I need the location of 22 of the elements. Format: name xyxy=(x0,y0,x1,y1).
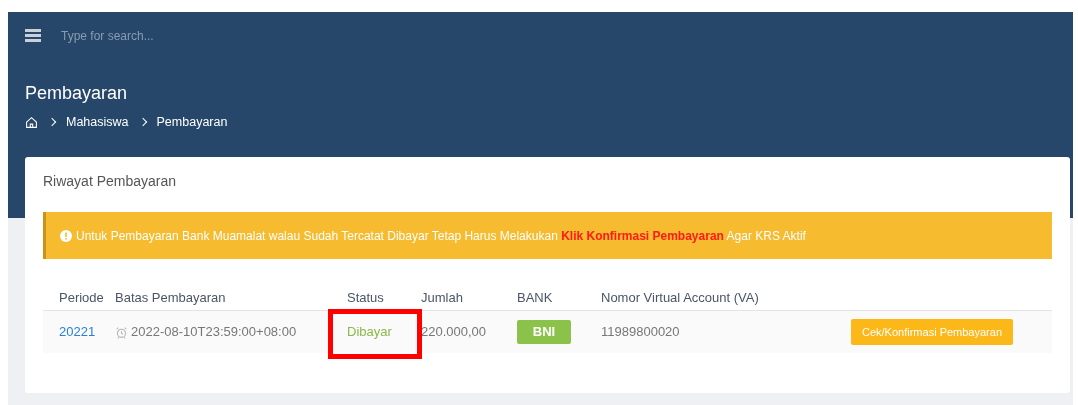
column-header: Status xyxy=(347,288,385,307)
column-header: Batas Pembayaran xyxy=(115,288,227,307)
exclamation-icon xyxy=(60,229,72,242)
table-cell-text: 2022-08-10T23:59:00+08:00 xyxy=(131,323,297,342)
table-cell: 220.000,00 xyxy=(421,324,487,340)
period-link[interactable]: 20221 xyxy=(59,324,96,340)
alert-text: Untuk Pembayaran Bank Muamalat walau Sudah Tercatat Dibayar Tetap Harus Melakukan Klik Konfirmasi Pembayaran Agar KRS Aktif xyxy=(76,227,806,245)
breadcrumb-link[interactable]: Mahasiswa xyxy=(66,113,129,132)
breadcrumb-link[interactable]: Pembayaran xyxy=(156,113,228,132)
home-icon[interactable] xyxy=(25,115,38,129)
table-cell: 11989800020 xyxy=(601,324,680,340)
column-header: Nomor Virtual Account (VA) xyxy=(601,288,760,307)
card-title: Riwayat Pembayaran xyxy=(43,172,178,191)
column-header: Periode xyxy=(58,288,105,307)
bank-badge: BNI xyxy=(517,320,571,344)
status-text: Dibayar xyxy=(347,324,392,340)
search-field[interactable]: Type for search... xyxy=(61,27,361,45)
alarm-clock-icon xyxy=(115,325,128,339)
column-header: BANK xyxy=(517,288,554,307)
menu-icon[interactable] xyxy=(25,29,41,43)
column-header: Jumlah xyxy=(421,288,464,307)
page-title: Pembayaran xyxy=(25,82,129,105)
